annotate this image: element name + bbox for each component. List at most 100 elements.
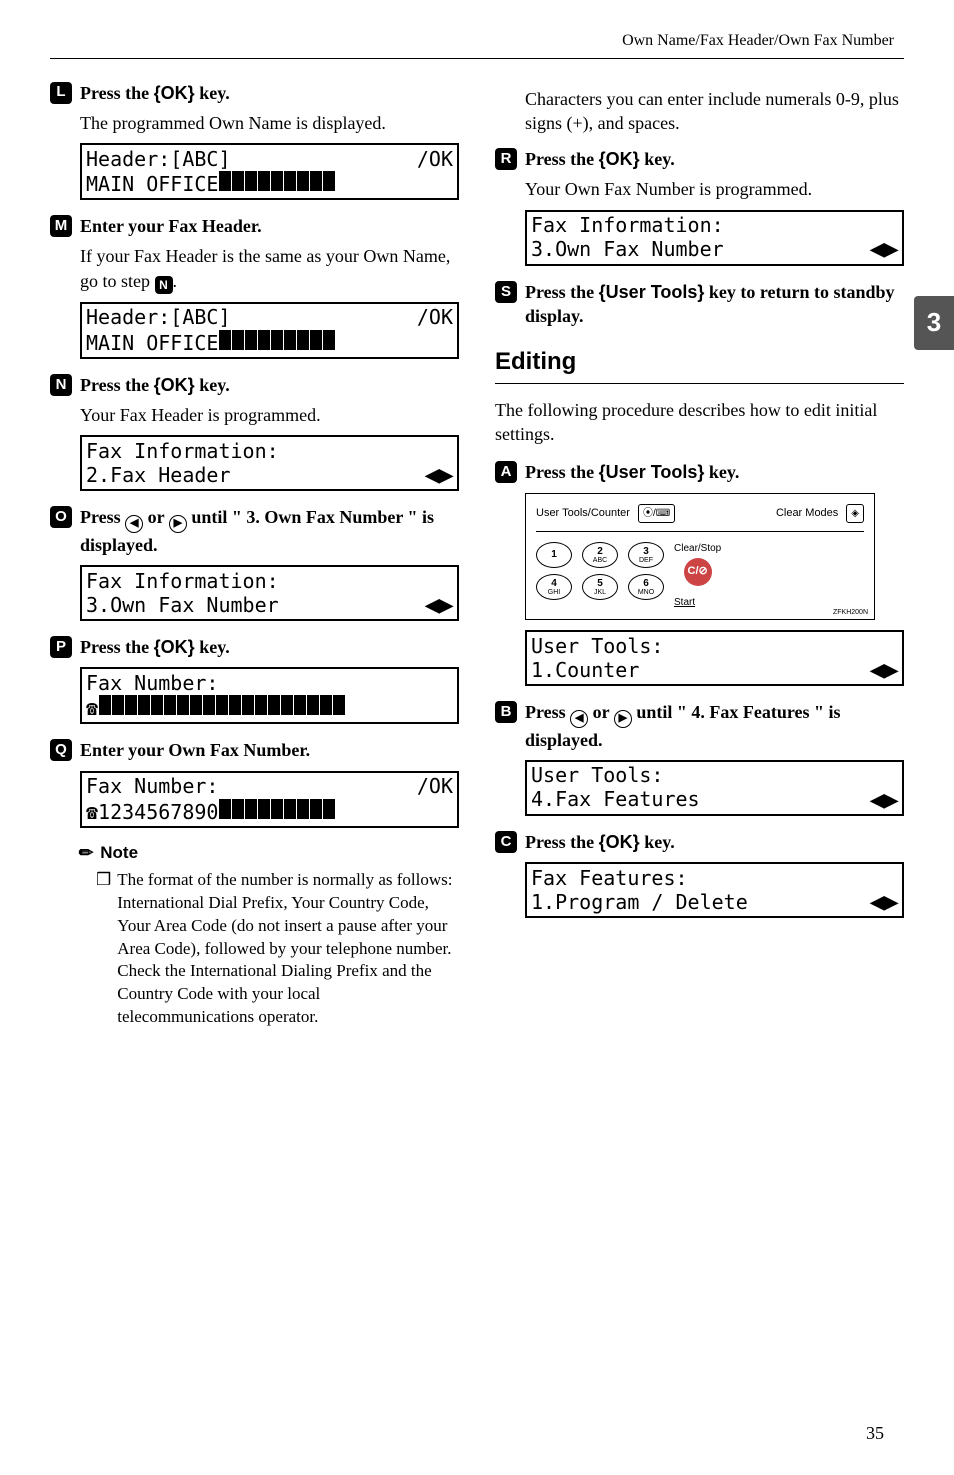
lcd13-l2: MAIN OFFICE (86, 331, 218, 355)
ok-key: OK (161, 637, 188, 657)
step-16: P Press the {OK} key. Fax Number: ☎ (50, 635, 459, 724)
note-text: The format of the number is normally as … (117, 869, 459, 1030)
right-arrow-icon: ▶ (169, 515, 187, 533)
step-badge-13: M (50, 215, 72, 237)
e2-mid: or (588, 702, 614, 722)
right-arrow-icon: ▶ (614, 710, 632, 728)
lcd14-l1: Fax Information: (86, 440, 279, 463)
lcd17-l1r: /OK (417, 775, 453, 798)
lcd13-l1: Header:[ABC] (86, 306, 231, 329)
step13-body-a: If your Fax Header is the same as your O… (80, 246, 450, 290)
editing-heading: Editing (495, 346, 904, 383)
control-panel-figure: User Tools/Counter ⦿/⌨ Clear Modes ◈ 1 2… (525, 493, 875, 621)
keypad-3: 3DEF (628, 542, 664, 568)
lcd17-l1: Fax Number: (86, 775, 218, 798)
lcd13-l1r: /OK (417, 306, 453, 329)
step-19: S Press the {User Tools} key to return t… (495, 280, 904, 329)
lcd-e2-l1: User Tools: (531, 764, 663, 787)
ok-key: OK (161, 375, 188, 395)
step14-post: key. (195, 375, 230, 395)
left-right-arrows-icon: ◀▶ (870, 660, 898, 681)
clear-modes-button-icon: ◈ (846, 504, 864, 524)
step12-post: key. (195, 83, 230, 103)
phone-icon: ☎ (86, 800, 98, 824)
lcd-e3-l2: 1.Program / Delete (531, 891, 748, 914)
lcd17-l2: 1234567890 (98, 800, 218, 824)
edit-badge-3: C (495, 831, 517, 853)
ok-key: OK (606, 832, 633, 852)
step17-title: Enter your Own Fax Number. (80, 738, 459, 762)
left-right-arrows-icon: ◀▶ (870, 790, 898, 811)
lcd-15: Fax Information: 3.Own Fax Number ◀▶ (80, 565, 459, 621)
step-badge-19: S (495, 281, 517, 303)
keypad-6: 6MNO (628, 574, 664, 600)
step13-body-b: . (173, 271, 178, 291)
e3-pre: Press the (525, 832, 599, 852)
lcd12-l1r: /OK (417, 148, 453, 171)
note-label: Note (100, 842, 138, 865)
lcd-e2-l2: 4.Fax Features (531, 788, 700, 811)
chapter-tab: 3 (914, 296, 954, 350)
e1-pre: Press the (525, 462, 599, 482)
step-badge-15: O (50, 506, 72, 528)
step-12: L Press the {OK} key. The programmed Own… (50, 81, 459, 201)
ok-key: OK (161, 83, 188, 103)
figure-code: ZFKH200N (833, 608, 868, 617)
step18-body: Your Own Fax Number is programmed. (525, 177, 904, 201)
clear-stop-button: Clear/Stop C/⊘ (674, 542, 721, 586)
lcd18-l2: 3.Own Fax Number (531, 238, 724, 261)
ok-key: OK (606, 149, 633, 169)
lcd-e3-l1: Fax Features: (531, 867, 688, 890)
step19-pre: Press the (525, 282, 599, 302)
lcd-e1-l2: 1.Counter (531, 659, 639, 682)
step12-body: The programmed Own Name is displayed. (80, 111, 459, 135)
step-badge-18: R (495, 148, 517, 170)
left-arrow-icon: ◀ (570, 710, 588, 728)
step-ref-14: N (155, 276, 173, 294)
panel-clearmodes-label: Clear Modes (776, 506, 838, 521)
pencil-icon: ✎ (74, 840, 100, 866)
keypad-5: 5JKL (582, 574, 618, 600)
lcd-14: Fax Information: 2.Fax Header ◀▶ (80, 435, 459, 491)
right-column: Characters you can enter include numeral… (495, 81, 904, 1044)
start-button-label: Start (674, 596, 695, 610)
step-17: Q Enter your Own Fax Number. Fax Number:… (50, 738, 459, 1029)
lcd14-l2: 2.Fax Header (86, 464, 231, 487)
lcd-18: Fax Information: 3.Own Fax Number ◀▶ (525, 210, 904, 266)
lcd15-l2: 3.Own Fax Number (86, 594, 279, 617)
cursor-blocks (218, 171, 335, 191)
step-badge-12: L (50, 82, 72, 104)
lcd-e2: User Tools: 4.Fax Features ◀▶ (525, 760, 904, 816)
left-right-arrows-icon: ◀▶ (870, 239, 898, 260)
lcd-13: Header:[ABC] /OK MAIN OFFICE (80, 302, 459, 359)
step-15: O Press ◀ or ▶ until " 3. Own Fax Number… (50, 505, 459, 621)
step-18: R Press the {OK} key. Your Own Fax Numbe… (495, 147, 904, 266)
left-right-arrows-icon: ◀▶ (870, 892, 898, 913)
step13-title: Enter your Fax Header. (80, 214, 459, 238)
bullet-icon: ❒ (96, 869, 111, 1030)
lcd-e3: Fax Features: 1.Program / Delete ◀▶ (525, 862, 904, 918)
edit-badge-2: B (495, 701, 517, 723)
step18-post: key. (640, 149, 675, 169)
user-tools-key: User Tools (606, 282, 698, 302)
lcd15-l1: Fax Information: (86, 570, 279, 593)
step12-pre: Press the (80, 83, 154, 103)
header-rule (50, 58, 904, 59)
lcd-16: Fax Number: ☎ (80, 667, 459, 724)
keypad-4: 4GHI (536, 574, 572, 600)
left-right-arrows-icon: ◀▶ (425, 595, 453, 616)
step15-mid: or (143, 507, 169, 527)
cursor-blocks (218, 330, 335, 350)
e1-post: key. (704, 462, 739, 482)
step18-pre: Press the (525, 149, 599, 169)
edit-step-3: C Press the {OK} key. Fax Features: 1.Pr… (495, 830, 904, 918)
step-badge-17: Q (50, 739, 72, 761)
running-head: Own Name/Fax Header/Own Fax Number (50, 30, 904, 52)
step-badge-16: P (50, 636, 72, 658)
keypad-2: 2ABC (582, 542, 618, 568)
left-column: L Press the {OK} key. The programmed Own… (50, 81, 459, 1044)
phone-icon: ☎ (86, 696, 98, 720)
lcd16-l1: Fax Number: (86, 672, 218, 695)
user-tools-key: User Tools (606, 462, 698, 482)
edit-step-1: A Press the {User Tools} key. User Tools… (495, 460, 904, 686)
